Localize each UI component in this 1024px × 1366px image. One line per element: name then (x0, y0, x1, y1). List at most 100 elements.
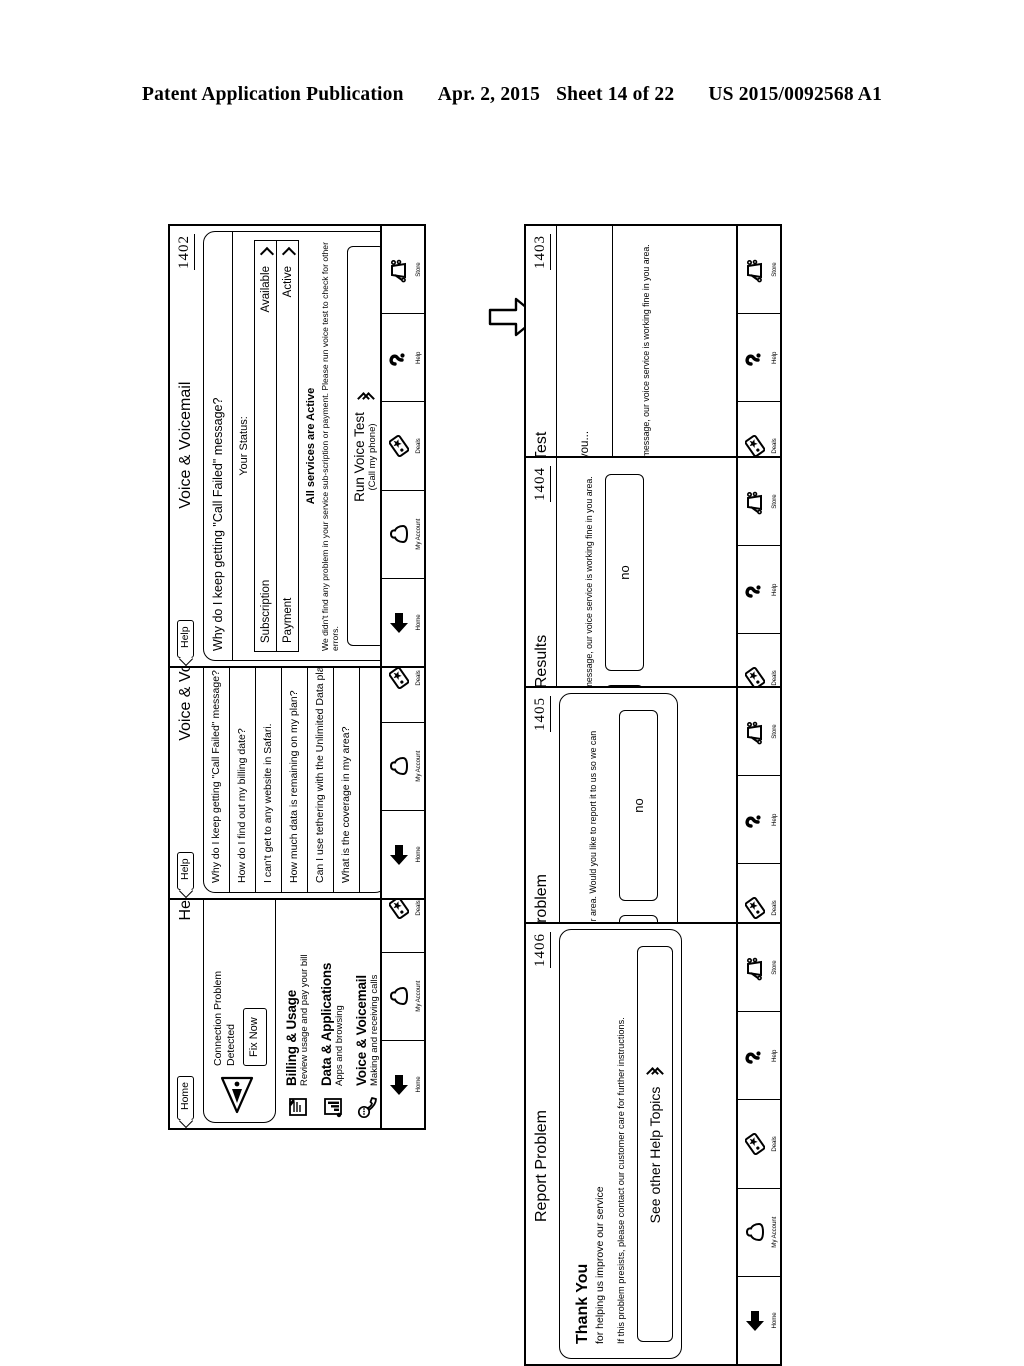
status-name: Payment (281, 597, 294, 643)
tab-store[interactable]: Store (738, 226, 780, 313)
reference-numeral: 1402 (176, 234, 195, 270)
tab-my-account[interactable]: My Account (382, 951, 424, 1040)
my-account-icon (382, 953, 416, 1040)
tab-my-account[interactable]: My Account (382, 721, 424, 810)
double-chevron-right-icon (648, 1065, 662, 1079)
all-services-active-text: All services are Active (305, 387, 317, 505)
page-title: Voice & Voicemail (176, 381, 194, 509)
tab-label: Store (414, 262, 422, 277)
tab-label: Home (414, 614, 422, 631)
tab-label: Help (770, 813, 778, 826)
fix-now-button[interactable]: Fix Now (243, 1008, 267, 1066)
tab-store[interactable]: Store (382, 226, 424, 313)
tab-home[interactable]: Home (382, 809, 424, 898)
help-question-icon (382, 314, 416, 401)
help-question-icon (738, 314, 772, 401)
double-chevron-right-icon (359, 390, 373, 404)
my-account-icon (382, 723, 416, 810)
status-row-payment[interactable]: Payment Active (277, 241, 298, 651)
help-question-icon (738, 1012, 772, 1099)
tab-label: Store (770, 262, 778, 277)
status-card: Why do I keep getting "Call Failed" mess… (203, 231, 380, 661)
see-other-help-topics-label: See other Help Topics (647, 1086, 664, 1224)
status-row-subscription[interactable]: Subscription Available (255, 241, 277, 651)
tab-label: Store (770, 960, 778, 975)
tab-store[interactable]: Store (738, 458, 780, 545)
no-button[interactable]: no (619, 710, 659, 901)
tab-label: Store (770, 494, 778, 509)
tab-label: Home (414, 846, 422, 863)
back-button-home[interactable]: Home (177, 1075, 194, 1120)
tab-label: Deals (770, 1136, 778, 1152)
voicemail-handset-icon (355, 1094, 380, 1120)
help-question-icon (738, 776, 772, 863)
tab-help[interactable]: Help (382, 313, 424, 402)
chevron-right-icon (259, 247, 272, 260)
tab-my-account[interactable]: My Account (738, 1187, 780, 1276)
tab-store[interactable]: Store (738, 688, 780, 775)
run-voice-test-button[interactable]: Run Voice Test (Call my phone) (347, 246, 380, 646)
question-heading: Why do I keep getting "Call Failed" mess… (204, 232, 233, 660)
tab-label: Deals (770, 438, 778, 454)
back-button-help[interactable]: Help (177, 620, 194, 658)
tab-label: Home (414, 1076, 422, 1093)
tab-help[interactable]: Help (738, 1011, 780, 1100)
tab-label: Store (770, 724, 778, 739)
store-icon (382, 226, 416, 313)
tab-label: My Account (414, 518, 422, 550)
tab-help[interactable]: Help (738, 545, 780, 634)
patent-header: Patent Application Publication Apr. 2, 20… (0, 84, 1024, 106)
thank-you-card: Thank You for helping us improve our ser… (559, 929, 683, 1359)
warning-triangle-icon (220, 1074, 259, 1114)
tab-help[interactable]: Help (738, 313, 780, 402)
back-button-help[interactable]: Help (177, 852, 194, 890)
tab-label: Deals (414, 900, 422, 916)
publication-date: Apr. 2, 2015 (437, 84, 541, 105)
bottom-tab-bar: Home My Account Deals Help (736, 924, 780, 1364)
reference-numeral: 1406 (532, 932, 551, 968)
tab-label: Deals (770, 900, 778, 916)
status-name: Subscription (259, 579, 272, 643)
run-voice-test-sublabel: (Call my phone) (367, 423, 379, 491)
store-icon (738, 458, 772, 545)
status-note: We didn't find any problem in your servi… (320, 242, 341, 651)
deals-tag-icon (382, 402, 416, 489)
tab-my-account[interactable]: My Account (382, 489, 424, 578)
tab-home[interactable]: Home (382, 577, 424, 666)
store-icon (738, 688, 772, 775)
store-icon (738, 226, 772, 313)
tab-help[interactable]: Help (738, 775, 780, 864)
status-label: Your Status: (238, 416, 250, 476)
status-value: Available (259, 266, 272, 313)
document-number: US 2015/0092568 A1 (708, 84, 883, 105)
tab-label: Help (770, 1049, 778, 1062)
see-other-help-topics-button[interactable]: See other Help Topics (637, 946, 674, 1342)
no-button[interactable]: no (604, 474, 644, 671)
tab-store[interactable]: Store (738, 924, 780, 1011)
alert-line-2: Detected (225, 1023, 238, 1066)
home-icon (382, 811, 416, 898)
tab-label: Home (770, 1312, 778, 1329)
tab-home[interactable]: Home (382, 1039, 424, 1128)
tab-label: Deals (770, 670, 778, 686)
thank-you-note: If this problem presists, please contact… (616, 1017, 626, 1344)
tab-deals[interactable]: Deals (382, 401, 424, 490)
billing-document-icon (285, 1094, 311, 1120)
my-account-icon (738, 1189, 772, 1276)
my-account-icon (382, 491, 416, 578)
data-bars-icon (320, 1094, 346, 1120)
reference-numeral: 1404 (532, 466, 551, 502)
home-icon (738, 1277, 772, 1364)
tab-label: My Account (770, 1216, 778, 1248)
reference-numeral: 1405 (532, 696, 551, 732)
status-table: Subscription Available Payment Active (254, 240, 299, 652)
tab-label: My Account (414, 750, 422, 782)
tab-label: Help (414, 351, 422, 364)
thank-you-subheading: for helping us improve our service (594, 1186, 606, 1344)
page-title: Report Problem (532, 1109, 550, 1223)
reference-numeral: 1403 (532, 234, 551, 270)
tab-deals[interactable]: Deals (738, 1099, 780, 1188)
tab-label: Deals (414, 670, 422, 686)
run-voice-test-label: Run Voice Test (352, 412, 368, 502)
chevron-right-icon (281, 247, 294, 260)
